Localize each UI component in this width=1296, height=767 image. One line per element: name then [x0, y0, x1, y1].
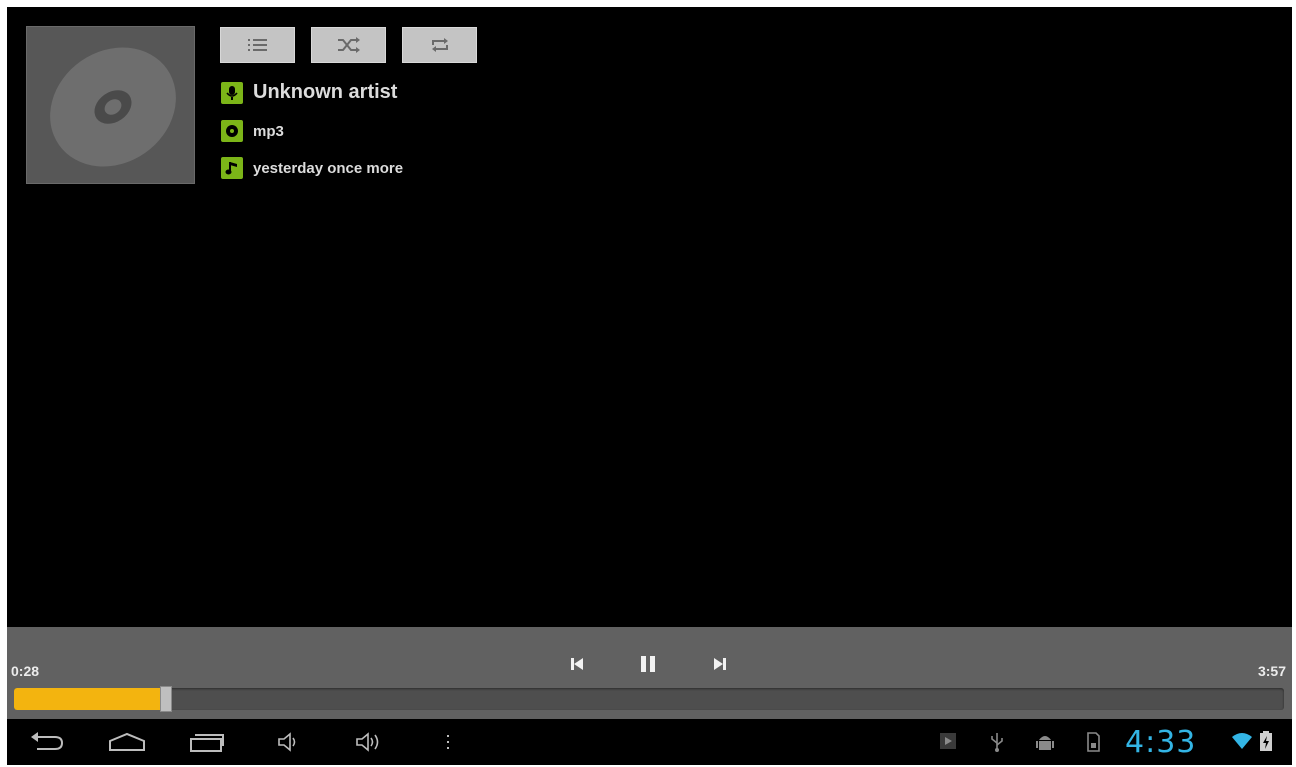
- android-debug-icon[interactable]: [1035, 731, 1055, 753]
- home-icon: [109, 732, 145, 751]
- elapsed-time: 0:28: [11, 663, 40, 679]
- total-duration: 3:57: [1257, 663, 1286, 679]
- next-icon: [714, 658, 726, 670]
- shuffle-button[interactable]: [311, 27, 386, 63]
- recent-apps-icon: [190, 734, 224, 752]
- recent-apps-button[interactable]: [187, 729, 227, 755]
- seek-bar-progress: [14, 688, 166, 710]
- seek-bar-thumb[interactable]: [160, 686, 172, 712]
- repeat-button[interactable]: [402, 27, 477, 63]
- playlist-button[interactable]: [220, 27, 295, 63]
- menu-button[interactable]: [441, 729, 455, 755]
- artist-row: Unknown artist: [221, 81, 397, 104]
- music-player-screen: Unknown artist mp3 yesterday once more 0…: [7, 7, 1292, 765]
- playback-controls: 0:28 3:57: [7, 627, 1292, 719]
- media-notification-icon[interactable]: [939, 731, 957, 751]
- disc-icon: [50, 47, 176, 167]
- pause-button[interactable]: [628, 647, 668, 681]
- repeat-icon: [431, 38, 448, 52]
- title-row: yesterday once more: [221, 157, 403, 179]
- battery-charging-icon[interactable]: [1259, 730, 1273, 752]
- album-row: mp3: [221, 120, 284, 142]
- volume-down-icon: [278, 732, 296, 752]
- shuffle-icon: [337, 37, 360, 53]
- track-title: yesterday once more: [253, 159, 404, 177]
- music-note-icon: [221, 157, 243, 179]
- pause-icon: [641, 656, 655, 672]
- previous-icon: [571, 658, 583, 670]
- next-button[interactable]: [700, 647, 740, 681]
- playlist-icon: [247, 39, 267, 51]
- microphone-icon: [221, 81, 243, 104]
- album-name: mp3: [253, 122, 284, 140]
- back-icon: [31, 732, 64, 750]
- status-clock[interactable]: 4:33: [1125, 725, 1196, 760]
- album-disc-icon: [221, 120, 243, 142]
- volume-up-button[interactable]: [352, 729, 386, 755]
- overflow-menu-icon: [447, 735, 449, 749]
- back-button[interactable]: [27, 729, 67, 755]
- home-button[interactable]: [105, 729, 149, 755]
- volume-up-icon: [356, 732, 379, 752]
- system-nav-bar: 4:33: [7, 719, 1292, 765]
- album-art: [26, 26, 195, 184]
- previous-button[interactable]: [557, 647, 597, 681]
- wifi-icon[interactable]: [1231, 732, 1253, 750]
- usb-icon[interactable]: [989, 731, 1005, 753]
- artist-name: Unknown artist: [253, 81, 398, 103]
- seek-bar[interactable]: [14, 686, 1284, 712]
- volume-down-button[interactable]: [273, 729, 303, 755]
- sd-card-icon[interactable]: [1085, 731, 1101, 753]
